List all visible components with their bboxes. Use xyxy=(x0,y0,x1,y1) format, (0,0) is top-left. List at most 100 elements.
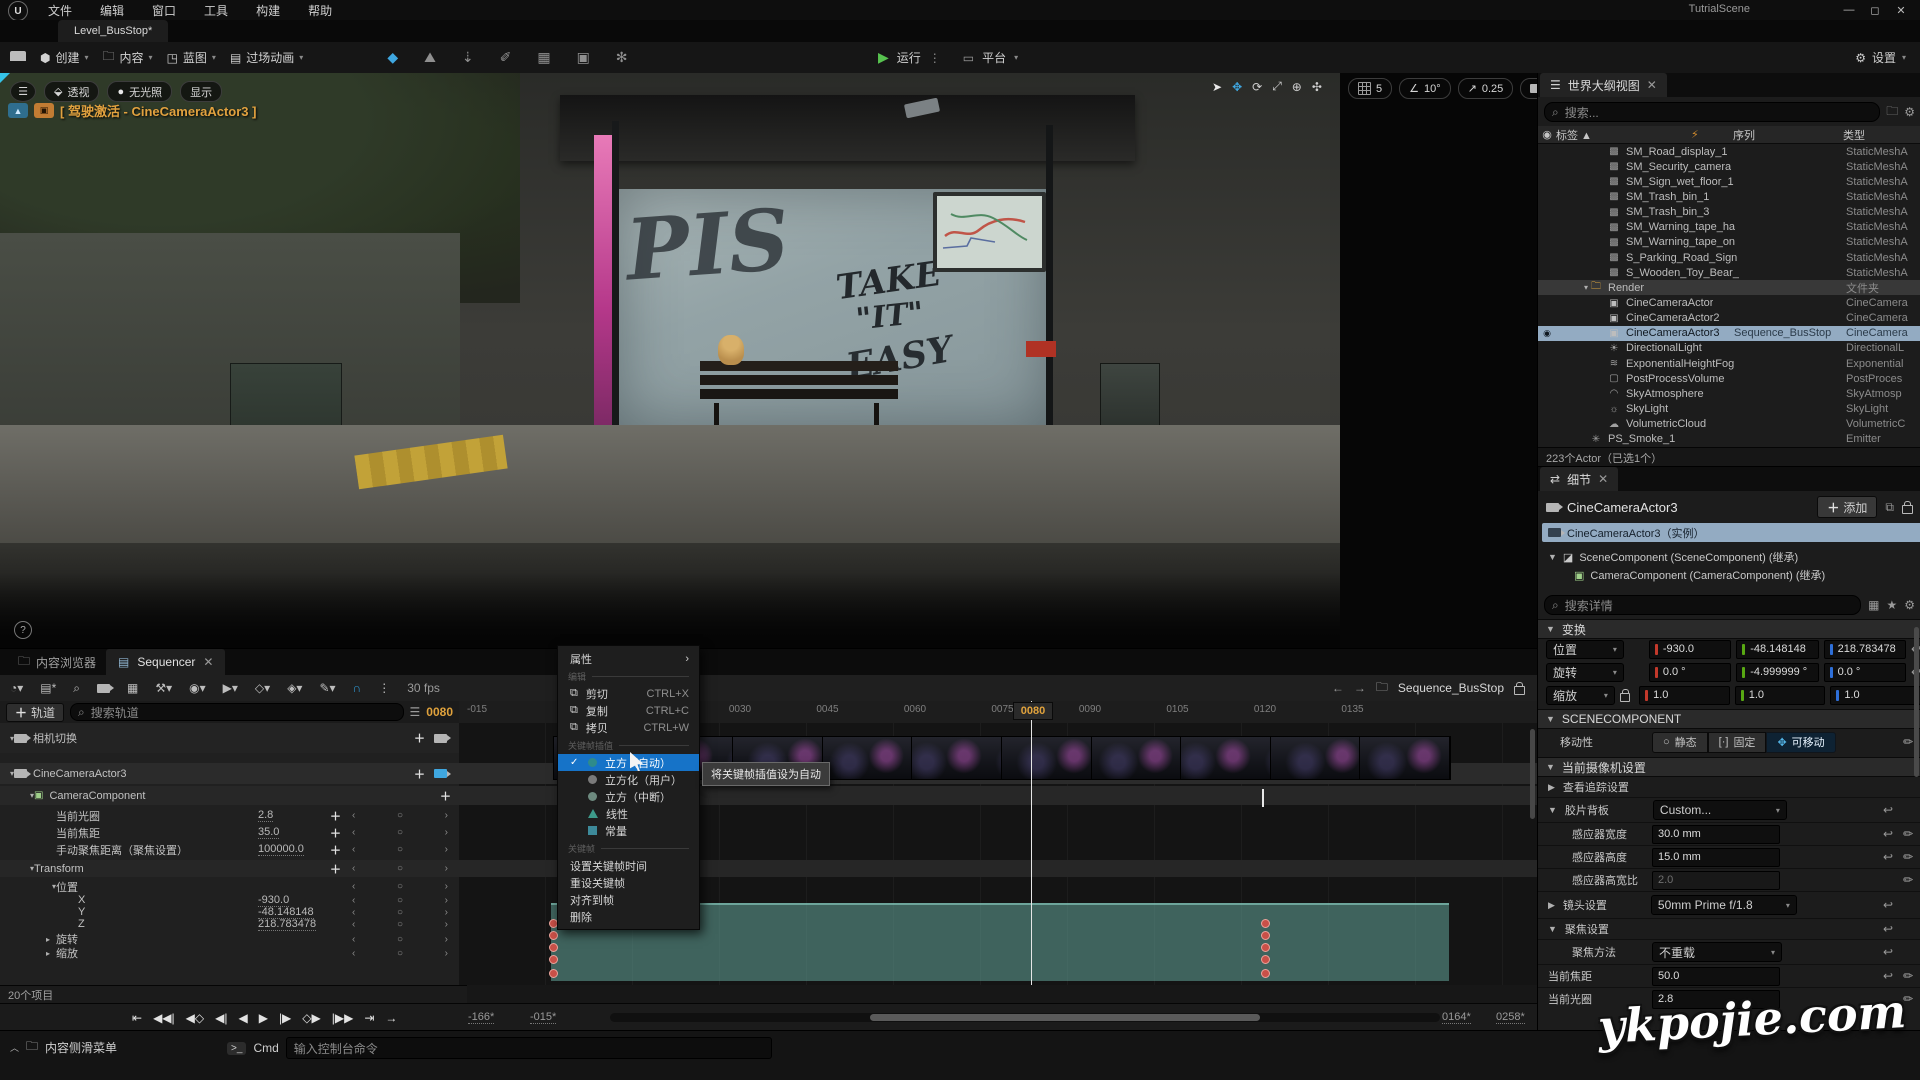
playback-options-icon[interactable]: ▶▾ xyxy=(223,681,238,695)
next-keyframe-icon[interactable]: › xyxy=(445,919,448,930)
focus-method-dropdown[interactable]: 不重载▾ xyxy=(1652,942,1782,962)
lens-revert-icon[interactable]: ↩ xyxy=(1883,898,1893,912)
add-keyframe-icon[interactable]: ○ xyxy=(397,827,403,838)
snap-options-icon[interactable]: ⋮ xyxy=(378,681,390,695)
brush-mode-icon[interactable]: ▣ xyxy=(577,49,590,66)
add-keyframe-icon[interactable]: ○ xyxy=(397,881,403,892)
sequence-lock-icon[interactable] xyxy=(1514,686,1525,695)
track-row-相机切换[interactable]: ▾相机切换＋ xyxy=(0,723,459,753)
track-row-X[interactable]: X-930.0‹○› xyxy=(0,894,459,906)
outliner-row[interactable]: ▩SM_Security_cameraStaticMeshA xyxy=(1538,159,1920,174)
sequence-breadcrumb[interactable]: Sequence_BusStop xyxy=(1398,681,1504,695)
nav-forward-icon[interactable]: → xyxy=(1354,681,1366,695)
nav-back-icon[interactable]: ← xyxy=(1332,681,1344,695)
viewport[interactable]: PIS TAKE "IT" EASY xyxy=(0,73,1537,648)
track-chevron-icon[interactable]: ▾ xyxy=(0,864,34,873)
track-row-Y[interactable]: Y-48.148148‹○› xyxy=(0,906,459,918)
sensor-width-revert-icon[interactable]: ↩ xyxy=(1883,827,1893,841)
sensor-height-brush-icon[interactable]: ✏ xyxy=(1903,850,1913,864)
view-mode-button[interactable]: ●无光照 xyxy=(107,81,172,102)
mobility-movable-button[interactable]: ✥可移动 xyxy=(1766,732,1835,753)
render-movie-icon[interactable]: ▦ xyxy=(127,681,138,695)
outliner-row[interactable]: ▢PostProcessVolumePostProces xyxy=(1538,371,1920,386)
menu-copy[interactable]: ⧉复制CTRL+C xyxy=(558,702,699,719)
menu-interp-0[interactable]: ✓立方（自动） xyxy=(558,754,699,771)
next-keyframe-icon[interactable]: › xyxy=(445,934,448,945)
jump-start-icon[interactable]: ⇤ xyxy=(132,1011,142,1025)
track-row-Transform[interactable]: ▾Transform＋‹○› xyxy=(0,860,1537,877)
keyframe-dot[interactable] xyxy=(1261,969,1270,978)
timeline-scrollbar-track[interactable] xyxy=(610,1013,1440,1022)
scenecomponent-section-header[interactable]: ▼SCENECOMPONENT xyxy=(1538,709,1920,729)
pinned-column-icon[interactable]: ⚡ xyxy=(1691,128,1733,141)
settings-button[interactable]: ⚙设置▾ xyxy=(1855,49,1906,66)
add-keyframe-icon[interactable]: ○ xyxy=(397,895,403,906)
outliner-row[interactable]: ◠SkyAtmosphereSkyAtmosp xyxy=(1538,386,1920,401)
play-forward-icon[interactable]: ▶ xyxy=(259,1011,268,1025)
menu-5[interactable]: 帮助 xyxy=(308,2,332,19)
outliner-row[interactable]: ▩SM_Trash_bin_3StaticMeshA xyxy=(1538,205,1920,220)
location-dropdown[interactable]: 位置▾ xyxy=(1546,640,1624,659)
track-chevron-icon[interactable]: ▾ xyxy=(0,791,34,800)
outliner-settings-icon[interactable]: ⚙ xyxy=(1904,105,1915,119)
track-value[interactable]: 2.8 xyxy=(258,809,273,822)
add-keyframe-icon[interactable]: ○ xyxy=(397,907,403,918)
track-chevron-icon[interactable]: ▾ xyxy=(0,734,14,743)
outliner-row[interactable]: ☼SkyLightSkyLight xyxy=(1538,402,1920,417)
menu-interp-3[interactable]: 线性 xyxy=(558,805,699,822)
location-y-field[interactable]: -48.148148 xyxy=(1736,640,1818,659)
focus-revert-icon[interactable]: ↩ xyxy=(1883,922,1893,936)
folder-chevron-icon[interactable]: ▾ xyxy=(1556,283,1588,292)
scale-dropdown[interactable]: 缩放▾ xyxy=(1546,686,1615,705)
next-keyframe-icon[interactable]: › xyxy=(445,810,448,821)
play-reverse-icon[interactable]: ◀ xyxy=(238,1011,247,1025)
track-row-CameraComponent[interactable]: ▾▣CameraComponent＋ xyxy=(0,786,1537,805)
location-z-field[interactable]: 218.783478 xyxy=(1824,640,1906,659)
snap-magnet-icon[interactable]: ∩ xyxy=(353,681,362,695)
actor-instance-row[interactable]: CineCameraActor3（实例） xyxy=(1542,523,1920,542)
outliner-row[interactable]: ≋ExponentialHeightFogExponential xyxy=(1538,356,1920,371)
display-filter-icon[interactable]: ▦ xyxy=(1868,598,1879,612)
edit-options-icon[interactable]: ✎▾ xyxy=(319,681,335,695)
auto-key-icon[interactable]: ◈▾ xyxy=(287,681,302,695)
camera-speed-button[interactable]: 4 xyxy=(1520,78,1537,99)
menu-snap-to-frame[interactable]: 对齐到帧 xyxy=(558,891,699,908)
outliner-row[interactable]: ▩SM_Sign_wet_floor_1StaticMeshA xyxy=(1538,174,1920,189)
keyframe-options-icon[interactable]: ◇▾ xyxy=(255,681,270,695)
prev-keyframe-icon[interactable]: ‹ xyxy=(352,895,355,906)
add-track-plus-icon[interactable]: ＋ xyxy=(414,766,425,782)
add-key-plus-icon[interactable]: ＋ xyxy=(330,842,341,858)
keyframe-dot[interactable] xyxy=(1261,943,1270,952)
playhead-line[interactable] xyxy=(1031,701,1032,985)
outliner-row[interactable]: ▩SM_Trash_bin_1StaticMeshA xyxy=(1538,189,1920,204)
prev-keyframe-icon[interactable]: ‹ xyxy=(352,907,355,918)
next-keyframe-icon[interactable]: › xyxy=(445,948,448,959)
scale-snap-button[interactable]: ↗0.25 xyxy=(1458,78,1514,99)
add-track-plus-icon[interactable]: ＋ xyxy=(440,788,451,804)
outliner-row[interactable]: ▩S_Parking_Road_SignStaticMeshA xyxy=(1538,250,1920,265)
range-in-field[interactable]: -015* xyxy=(530,1011,556,1024)
outliner-row[interactable]: ▩SM_Warning_tape_haStaticMeshA xyxy=(1538,220,1920,235)
focal-revert-icon[interactable]: ↩ xyxy=(1883,969,1893,983)
landscape-mode-icon[interactable]: ⛰ xyxy=(424,49,436,66)
maximize-button[interactable]: ◻ xyxy=(1862,2,1888,18)
add-key-plus-icon[interactable]: ＋ xyxy=(330,808,341,824)
menu-1[interactable]: 编辑 xyxy=(100,2,124,19)
sensor-height-field[interactable]: 15.0 mm xyxy=(1652,848,1780,867)
outliner-row[interactable]: ◉▣CineCameraActor3Sequence_BusStopCineCa… xyxy=(1538,326,1920,341)
keyframe-dot[interactable] xyxy=(549,955,558,964)
menu-interp-2[interactable]: 立方（中断） xyxy=(558,788,699,805)
prev-keyframe-icon[interactable]: ‹ xyxy=(352,844,355,855)
prev-keyframe-icon[interactable]: ‹ xyxy=(352,881,355,892)
scale-lock-icon[interactable] xyxy=(1620,693,1630,702)
menu-3[interactable]: 工具 xyxy=(204,2,228,19)
scale-tool-icon[interactable]: ⤢ xyxy=(1272,79,1282,94)
scale-z-field[interactable]: 1.0 xyxy=(1830,686,1920,705)
rotate-tool-icon[interactable]: ⟳ xyxy=(1252,80,1262,94)
camera-icon[interactable] xyxy=(434,734,447,743)
outliner-tab[interactable]: ☰ 世界大纲视图 ✕ xyxy=(1540,73,1667,97)
visibility-column-icon[interactable]: ◉ xyxy=(1538,128,1556,141)
fracture-mode-icon[interactable]: ▦ xyxy=(537,49,550,66)
perspective-button[interactable]: ⬙透视 xyxy=(44,81,99,102)
keyframe-dot[interactable] xyxy=(549,943,558,952)
